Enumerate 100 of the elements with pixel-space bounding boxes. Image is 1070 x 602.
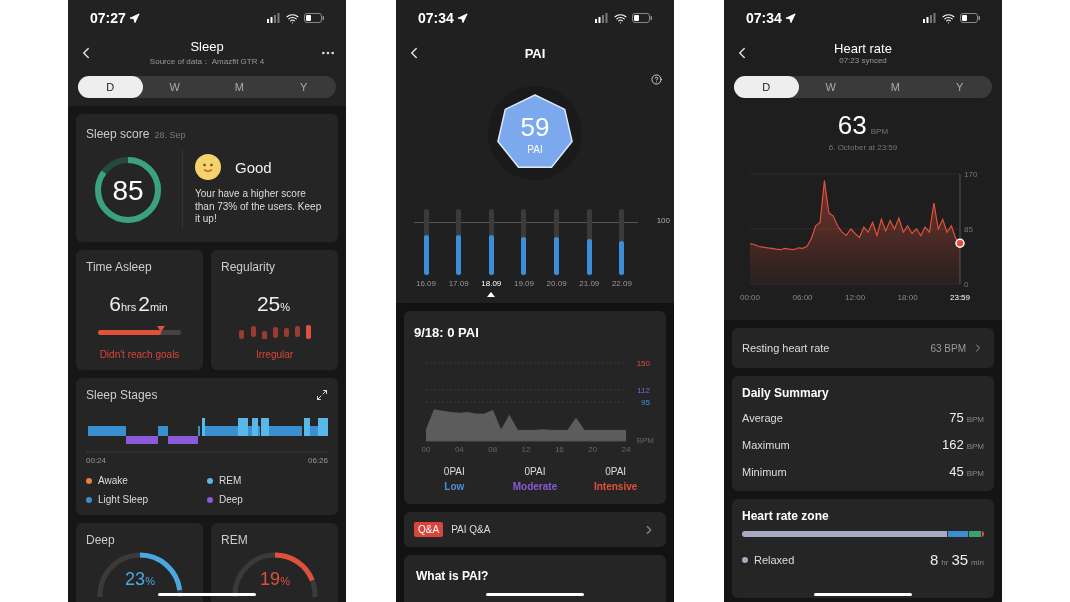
axis-tick-label: 170 <box>964 170 978 179</box>
axis-max-label: 100 <box>656 216 670 225</box>
stage-share-value: 19% <box>259 569 290 589</box>
screen-title: PAI <box>524 45 546 61</box>
day-label[interactable]: 16.09 <box>416 279 436 288</box>
wifi-icon <box>286 11 299 25</box>
period-tab[interactable]: M <box>207 76 272 98</box>
axis-tick-label: 112 <box>637 385 650 395</box>
signal-icon <box>267 13 281 23</box>
day-label[interactable]: 18.09 <box>481 279 502 288</box>
location-arrow-icon <box>128 12 140 24</box>
period-tab[interactable]: Y <box>927 76 992 98</box>
status-time: 07:34 <box>746 10 796 26</box>
zone-label: Moderate <box>512 481 558 492</box>
axis-tick-label: 85 <box>964 225 973 234</box>
day-label[interactable]: 22.09 <box>611 279 632 288</box>
axis-tick-label: 0 <box>964 280 969 289</box>
zone-label: Low <box>444 481 465 492</box>
regularity-status: Irregular <box>254 349 295 360</box>
zone-duration: 8 hr 35 min <box>929 551 984 568</box>
axis-tick-label: 18:00 <box>897 293 918 302</box>
zone-pai-value: 0PAI <box>443 466 465 477</box>
axis-tick-label: 12:00 <box>845 293 866 302</box>
resting-heart-rate-row[interactable]: Resting heart rate 63 BPM <box>732 328 994 368</box>
period-tab[interactable]: D <box>78 76 143 98</box>
sync-time: 07:23 synced <box>839 56 887 65</box>
row-value: 63 BPM <box>930 342 966 354</box>
period-tab[interactable]: W <box>142 76 207 98</box>
legend-label: REM <box>219 475 242 486</box>
pai-qa-row[interactable]: Q&A PAI Q&A <box>404 512 666 547</box>
help-button[interactable] <box>651 74 662 85</box>
score-date: 28. Sep <box>154 130 186 140</box>
smiley-icon <box>195 154 221 181</box>
period-tab[interactable]: Y <box>271 76 336 98</box>
status-time: 07:27 <box>90 10 140 26</box>
card-title: Sleep Stages <box>86 388 158 402</box>
unit-label: BPM <box>870 127 889 136</box>
screen-title: Sleep <box>190 39 224 54</box>
screen-title: Heart rate <box>834 41 892 56</box>
card-title: Deep <box>86 533 116 547</box>
card-title: Heart rate zone <box>742 509 830 523</box>
day-label[interactable]: 20.09 <box>546 279 567 288</box>
status-time: 07:34 <box>418 10 468 26</box>
data-source: Source of data： Amazfit GTR 4 <box>149 56 265 67</box>
signal-icon <box>595 13 609 23</box>
current-point-marker <box>955 238 965 248</box>
qa-label: PAI Q&A <box>451 524 492 535</box>
qa-badge: Q&A <box>414 522 444 537</box>
card-title: Regularity <box>221 260 277 274</box>
battery-icon <box>632 13 652 23</box>
goal-marker-icon <box>157 326 166 332</box>
expand-button[interactable] <box>316 389 328 401</box>
stage-share-value: 23% <box>124 569 155 589</box>
score-message: Your have a higher score than 73% of the users. Keep it up! <box>195 188 323 226</box>
legend-label: Deep <box>219 494 243 505</box>
row-value: 162 BPM <box>941 437 984 452</box>
legend-label: Light Sleep <box>98 494 149 505</box>
wifi-icon <box>942 11 955 25</box>
location-arrow-icon <box>456 12 468 24</box>
signal-icon <box>923 13 937 23</box>
axis-tick-label: 00:00 <box>740 293 760 302</box>
day-label[interactable]: 19.09 <box>513 279 534 288</box>
day-label[interactable]: 21.09 <box>579 279 600 288</box>
axis-tick-label: 16 <box>554 445 564 454</box>
axis-tick-label: 95 <box>641 398 650 407</box>
row-label: Resting heart rate <box>742 342 830 354</box>
end-time: 06:26 <box>307 456 328 465</box>
pai-score-value: 59 <box>520 112 550 142</box>
time-asleep-value: 6hrs 2min <box>108 292 169 316</box>
legend-label: Awake <box>98 475 128 486</box>
card-title: 9/18: 0 PAI <box>414 325 480 340</box>
period-tab[interactable]: M <box>863 76 928 98</box>
location-arrow-icon <box>784 12 796 24</box>
axis-tick-label: 06:00 <box>792 293 813 302</box>
goal-status: Didn't reach goals <box>98 349 181 360</box>
card-title: Daily Summary <box>742 386 830 400</box>
pai-score-label: PAI <box>527 144 543 155</box>
wifi-icon <box>614 11 627 25</box>
axis-unit-label: BPM <box>636 436 654 445</box>
period-tab[interactable]: W <box>798 76 863 98</box>
row-value: 75 BPM <box>949 410 984 425</box>
row-label: Relaxed <box>754 553 795 566</box>
row-label: Average <box>742 411 783 424</box>
card-title: Sleep score <box>86 127 150 141</box>
day-label[interactable]: 17.09 <box>448 279 469 288</box>
zone-pai-value: 0PAI <box>524 466 546 477</box>
period-tab[interactable]: D <box>734 76 799 98</box>
card-title: What is PAI? <box>416 569 490 583</box>
score-value: 85 <box>112 175 144 206</box>
zone-pai-value: 0PAI <box>605 466 627 477</box>
zone-label: Intensive <box>593 481 638 492</box>
selected-day-marker-icon <box>487 292 496 297</box>
row-label: Minimum <box>742 465 787 478</box>
card-title: Time Asleep <box>86 260 153 274</box>
axis-tick-label: 24 <box>621 445 631 454</box>
start-time: 00:24 <box>86 456 107 465</box>
current-heart-rate: 63 <box>837 110 867 141</box>
card-title: REM <box>221 533 249 547</box>
row-value: 45 BPM <box>949 464 984 479</box>
row-label: Maximum <box>742 438 790 451</box>
